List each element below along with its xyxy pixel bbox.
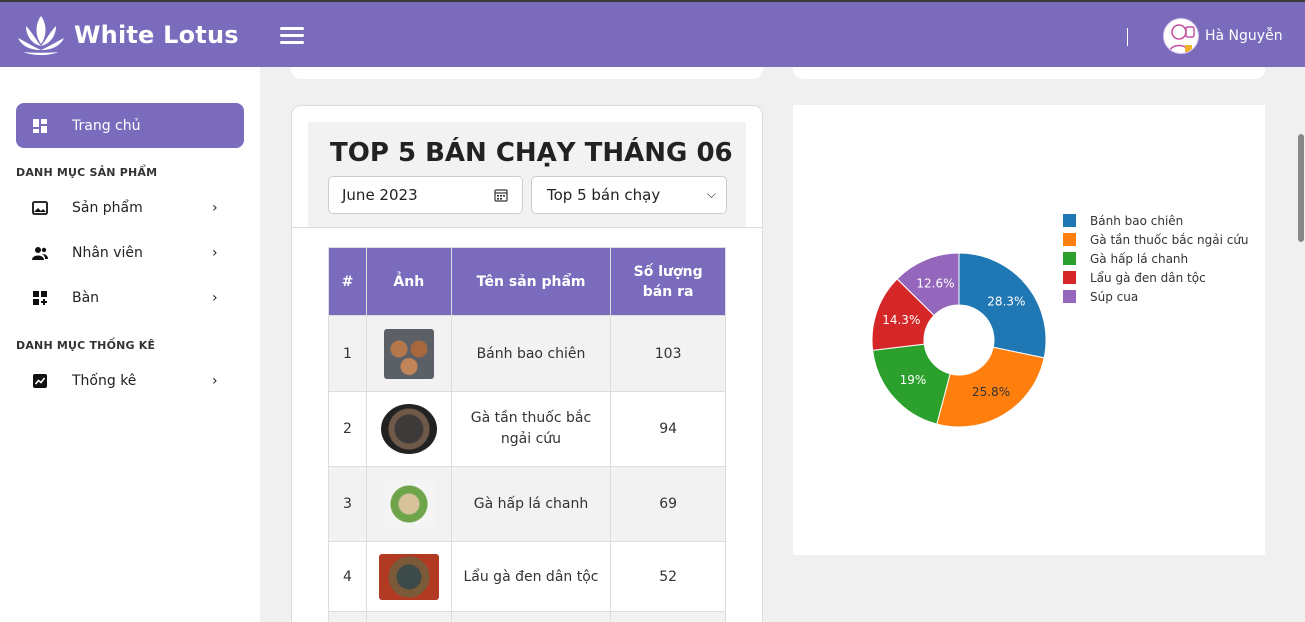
sidebar-item-home[interactable]: Trang chủ	[16, 103, 244, 148]
legend-label: Bánh bao chiên	[1090, 213, 1184, 228]
top5-title: TOP 5 BÁN CHẠY THÁNG 06	[330, 138, 733, 168]
image-icon	[32, 201, 48, 215]
legend-swatch	[1063, 271, 1076, 284]
legend-swatch	[1063, 290, 1076, 303]
table-row: 2 Gà tần thuốc bắc ngải cứu 94	[328, 391, 726, 467]
col-header-image: Ảnh	[365, 247, 452, 316]
slice-label: 14.3%	[882, 313, 920, 327]
cell-name: Gà hấp lá chanh	[450, 466, 612, 542]
cell-name: Bánh bao chiên	[450, 315, 612, 392]
top-bar: White Lotus Hà Nguyễn	[0, 0, 1305, 67]
scrollbar-thumb[interactable]	[1298, 134, 1304, 242]
sidebar-item-label: Thống kê	[72, 373, 137, 389]
users-icon	[32, 247, 48, 260]
legend-label: Lẩu gà đen dân tộc	[1090, 270, 1206, 285]
chevron-right-icon: ›	[212, 245, 218, 261]
sidebar-item-staff[interactable]: Nhân viên ›	[16, 235, 244, 271]
chart-icon	[33, 374, 47, 388]
sidebar-item-label: Nhân viên	[72, 245, 143, 261]
sidebar: Trang chủ DANH MỤC SẢN PHẨM Sản phẩm › N…	[0, 67, 260, 622]
table-row	[328, 611, 726, 622]
card-top-left	[291, 67, 763, 79]
slice-label: 12.6%	[916, 277, 954, 291]
cell-name: Gà tần thuốc bắc ngải cứu	[450, 391, 612, 467]
sidebar-item-tables[interactable]: Bàn ›	[16, 280, 244, 316]
grid-add-icon	[33, 291, 47, 305]
chevron-right-icon: ›	[212, 290, 218, 306]
top5-table: # Ảnh Tên sản phẩm Số lượng bán ra 1 Bán…	[328, 247, 726, 622]
top5-card-header: TOP 5 BÁN CHẠY THÁNG 06 June 2023 Top 5 …	[308, 122, 746, 227]
page-scrollbar[interactable]	[1297, 67, 1305, 622]
sidebar-item-label: Trang chủ	[72, 117, 141, 134]
cell-rank: 2	[328, 391, 367, 467]
sidebar-item-label: Sản phẩm	[72, 200, 143, 216]
dashboard-icon	[33, 118, 47, 133]
legend-item[interactable]: Súp cua	[1063, 287, 1249, 306]
table-row: 3 Gà hấp lá chanh 69	[328, 466, 726, 542]
legend-label: Gà hấp lá chanh	[1090, 251, 1189, 266]
legend-item[interactable]: Gà tần thuốc bắc ngải cứu	[1063, 230, 1249, 249]
cell-rank: 4	[328, 541, 367, 612]
brand[interactable]: White Lotus	[16, 10, 239, 60]
cell-qty: 52	[610, 541, 726, 612]
product-image	[380, 404, 437, 454]
chevron-right-icon: ›	[212, 373, 218, 389]
table-row: 4 Lẩu gà đen dân tộc 52	[328, 541, 726, 612]
sidebar-item-statistics[interactable]: Thống kê ›	[16, 363, 244, 399]
brand-name: White Lotus	[74, 21, 239, 49]
cell-rank: 1	[328, 315, 367, 392]
legend-item[interactable]: Bánh bao chiên	[1063, 211, 1249, 230]
month-value: June 2023	[342, 186, 418, 204]
top-type-select[interactable]: Top 5 bán chạy ⌵	[531, 176, 727, 214]
legend-item[interactable]: Lẩu gà đen dân tộc	[1063, 268, 1249, 287]
legend-label: Gà tần thuốc bắc ngải cứu	[1090, 232, 1249, 247]
cell-rank: 3	[328, 466, 367, 542]
product-image	[378, 553, 439, 600]
cell-qty: 103	[610, 315, 726, 392]
legend-swatch	[1063, 252, 1076, 265]
col-header-name: Tên sản phẩm	[450, 247, 612, 316]
cell-image	[365, 315, 452, 392]
col-header-qty: Số lượng bán ra	[610, 247, 726, 316]
chevron-down-icon: ⌵	[706, 187, 716, 201]
cell-image	[365, 466, 452, 542]
legend-item[interactable]: Gà hấp lá chanh	[1063, 249, 1249, 268]
divider	[292, 227, 762, 228]
card-top-right	[793, 67, 1265, 79]
cell-image	[365, 541, 452, 612]
cell-qty: 69	[610, 466, 726, 542]
legend-swatch	[1063, 233, 1076, 246]
lotus-logo-icon	[18, 16, 64, 55]
cell-image	[365, 391, 452, 467]
table-row: 1 Bánh bao chiên 103	[328, 315, 726, 392]
slice-label: 19%	[900, 373, 927, 387]
legend-label: Súp cua	[1090, 289, 1139, 304]
cell-name: Lẩu gà đen dân tộc	[450, 541, 612, 612]
donut-chart: 28.3% 25.8% 19% 14.3% 12.6%	[871, 252, 1047, 428]
col-header-rank: #	[328, 247, 367, 316]
chevron-right-icon: ›	[212, 200, 218, 216]
section-title-stats: DANH MỤC THỐNG KÊ	[16, 339, 156, 352]
select-value: Top 5 bán chạy	[547, 186, 661, 204]
product-image	[383, 479, 434, 529]
top5-card: TOP 5 BÁN CHẠY THÁNG 06 June 2023 Top 5 …	[291, 105, 763, 622]
section-title-products: DANH MỤC SẢN PHẨM	[16, 166, 158, 179]
user-name: Hà Nguyễn	[1205, 28, 1283, 44]
slice-label: 28.3%	[987, 295, 1025, 309]
sidebar-item-label: Bàn	[72, 290, 100, 306]
slice-label: 25.8%	[972, 385, 1010, 399]
chart-legend: Bánh bao chiên Gà tần thuốc bắc ngải cứu G…	[1063, 211, 1249, 306]
menu-toggle-icon[interactable]	[280, 27, 304, 47]
product-image	[383, 328, 434, 379]
avatar	[1163, 18, 1199, 54]
header-divider	[1127, 28, 1128, 46]
pie-chart-card: 28.3% 25.8% 19% 14.3% 12.6% Bánh bao chiên Gà…	[793, 105, 1265, 555]
sidebar-item-products[interactable]: Sản phẩm ›	[16, 190, 244, 226]
cell-qty: 94	[610, 391, 726, 467]
calendar-icon[interactable]	[494, 188, 508, 202]
legend-swatch	[1063, 214, 1076, 227]
user-menu[interactable]: Hà Nguyễn	[1163, 18, 1283, 54]
month-picker[interactable]: June 2023	[328, 176, 523, 214]
